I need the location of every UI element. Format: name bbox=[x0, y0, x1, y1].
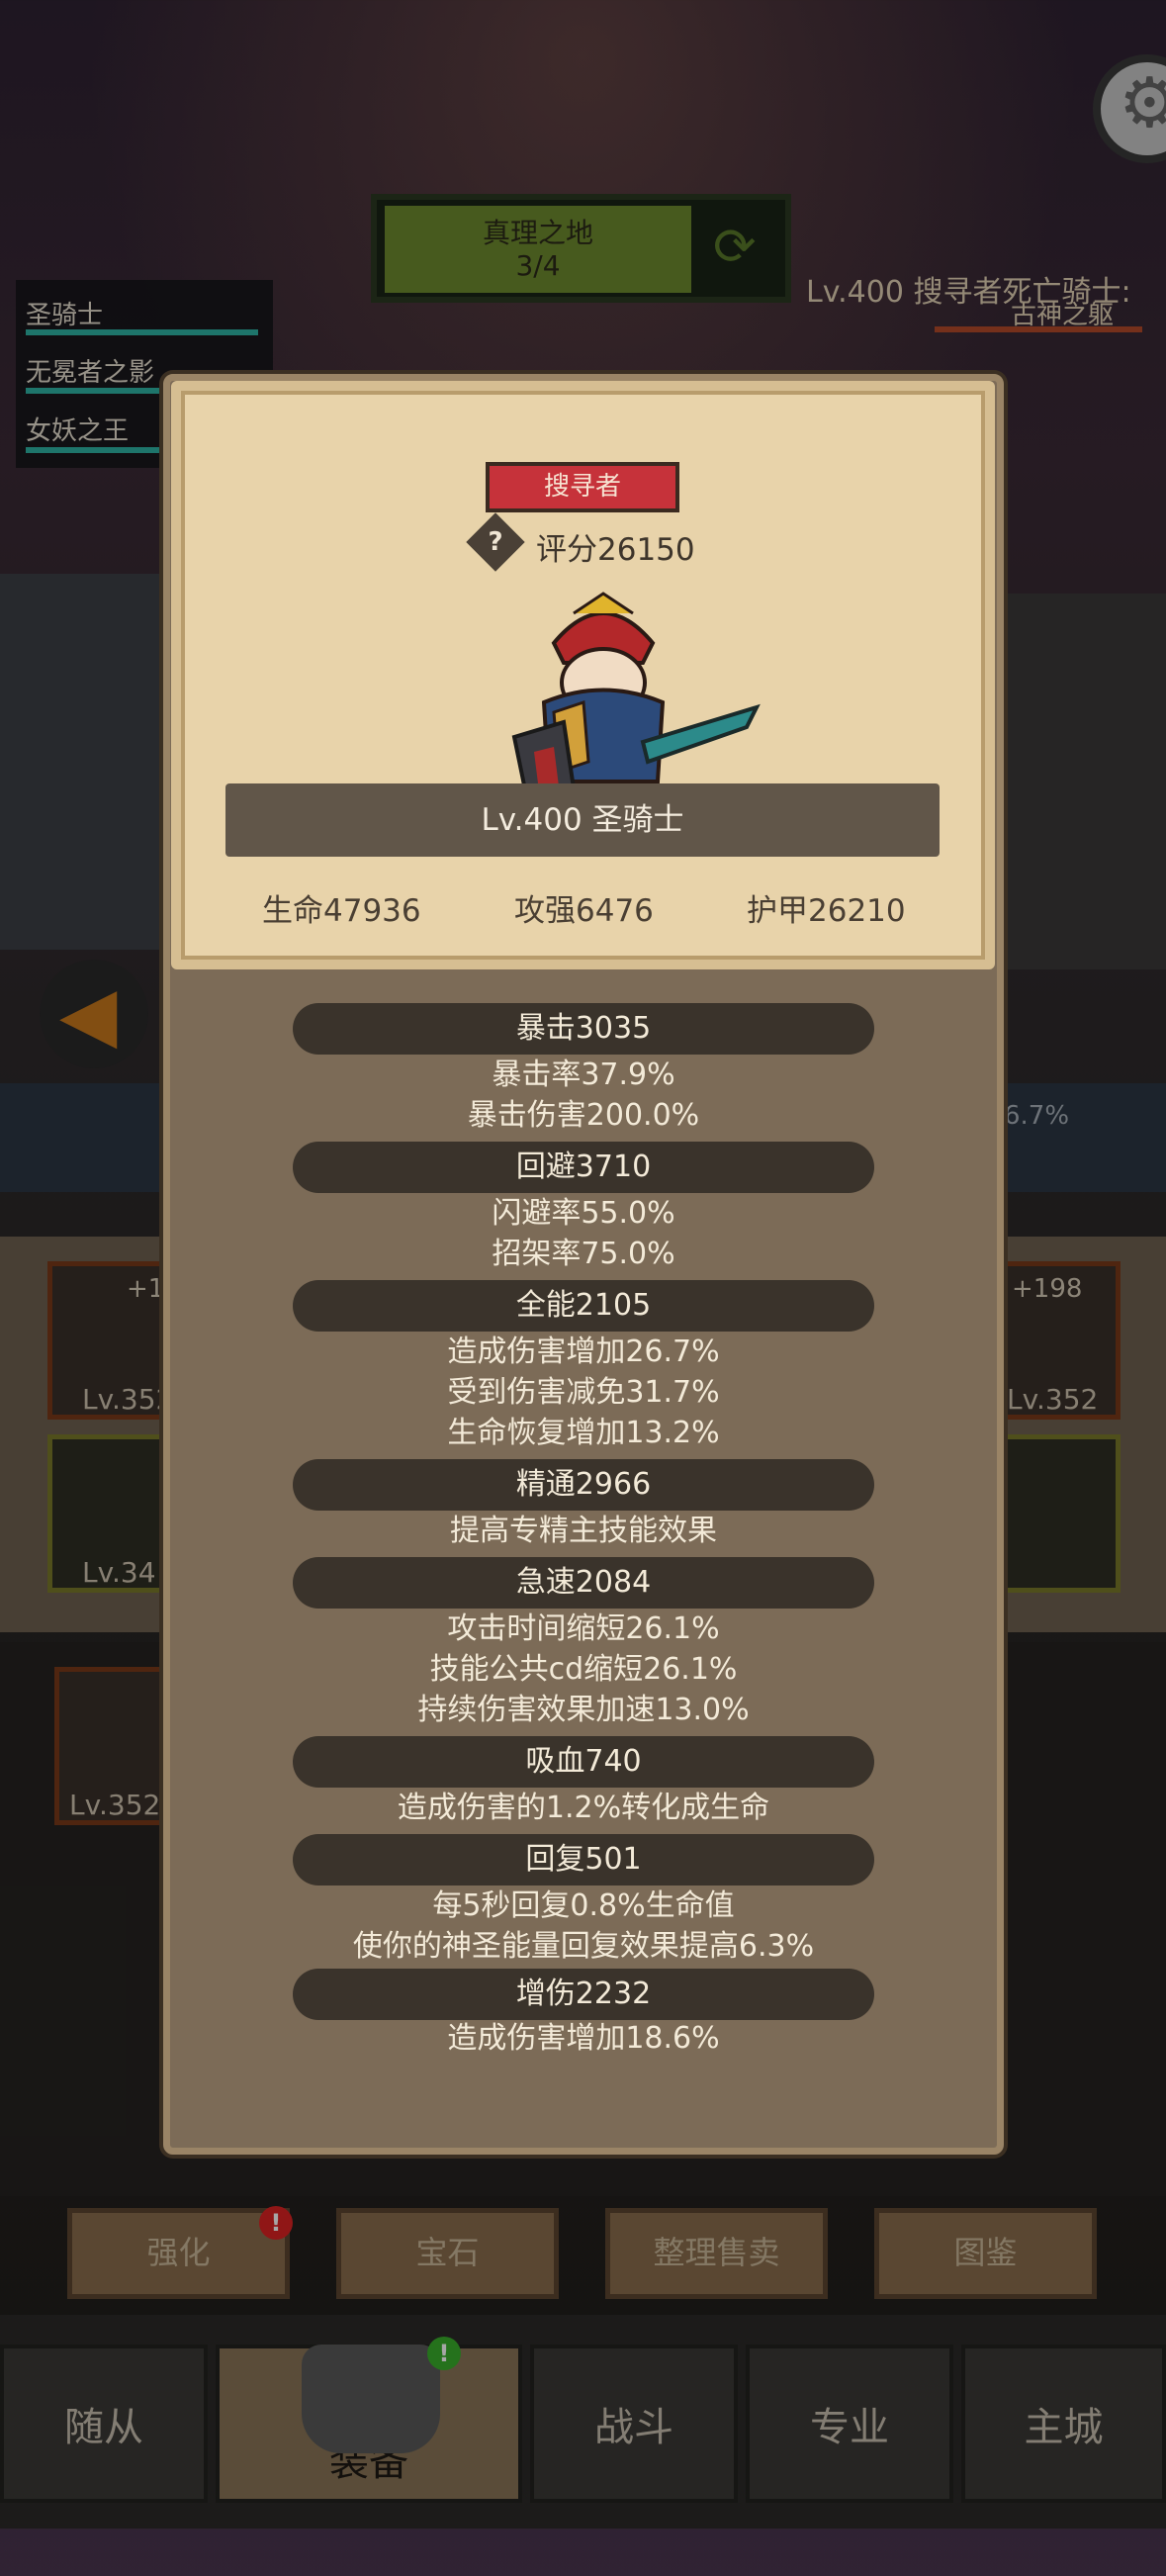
section-header-damage-bonus: 增伤2232 bbox=[293, 1969, 874, 2020]
section-line: 提高专精主技能效果 bbox=[450, 1514, 717, 1548]
section-line: 使你的神圣能量回复效果提高6.3% bbox=[352, 1929, 815, 1964]
section-line: 持续伤害效果加速13.0% bbox=[417, 1693, 750, 1727]
section-header-regen: 回复501 bbox=[293, 1834, 874, 1886]
section-header-lifesteal: 吸血740 bbox=[293, 1736, 874, 1788]
section-line: 攻击时间缩短26.1% bbox=[447, 1611, 720, 1646]
section-line: 造成伤害增加26.7% bbox=[447, 1334, 720, 1369]
hero-portrait bbox=[511, 592, 761, 812]
section-line: 暴击伤害200.0% bbox=[467, 1098, 700, 1133]
section-line: 生命恢复增加13.2% bbox=[447, 1416, 720, 1450]
section-header-haste: 急速2084 bbox=[293, 1557, 874, 1609]
section-line: 每5秒回复0.8%生命值 bbox=[432, 1888, 735, 1923]
hero-score: 评分26150 bbox=[536, 532, 695, 568]
help-icon[interactable]: ? bbox=[475, 521, 516, 563]
stat-hp: 生命47936 bbox=[262, 893, 421, 929]
stat-armor: 护甲26210 bbox=[747, 893, 906, 929]
hero-name-band: Lv.400 圣骑士 bbox=[225, 783, 940, 857]
section-header-evasion: 回避3710 bbox=[293, 1142, 874, 1193]
section-line: 技能公共cd缩短26.1% bbox=[429, 1652, 738, 1687]
section-line: 受到伤害减免31.7% bbox=[447, 1375, 720, 1410]
section-header-crit: 暴击3035 bbox=[293, 1003, 874, 1055]
class-tag: 搜寻者 bbox=[486, 462, 679, 512]
section-line: 暴击率37.9% bbox=[492, 1058, 675, 1092]
section-header-mastery: 精通2966 bbox=[293, 1459, 874, 1511]
section-line: 闪避率55.0% bbox=[492, 1196, 675, 1231]
section-line: 造成伤害的1.2%转化成生命 bbox=[397, 1791, 770, 1825]
stat-attack: 攻强6476 bbox=[514, 893, 654, 929]
section-header-versatility: 全能2105 bbox=[293, 1280, 874, 1332]
section-line: 招架率75.0% bbox=[492, 1237, 675, 1271]
section-line: 造成伤害增加18.6% bbox=[447, 2021, 720, 2056]
